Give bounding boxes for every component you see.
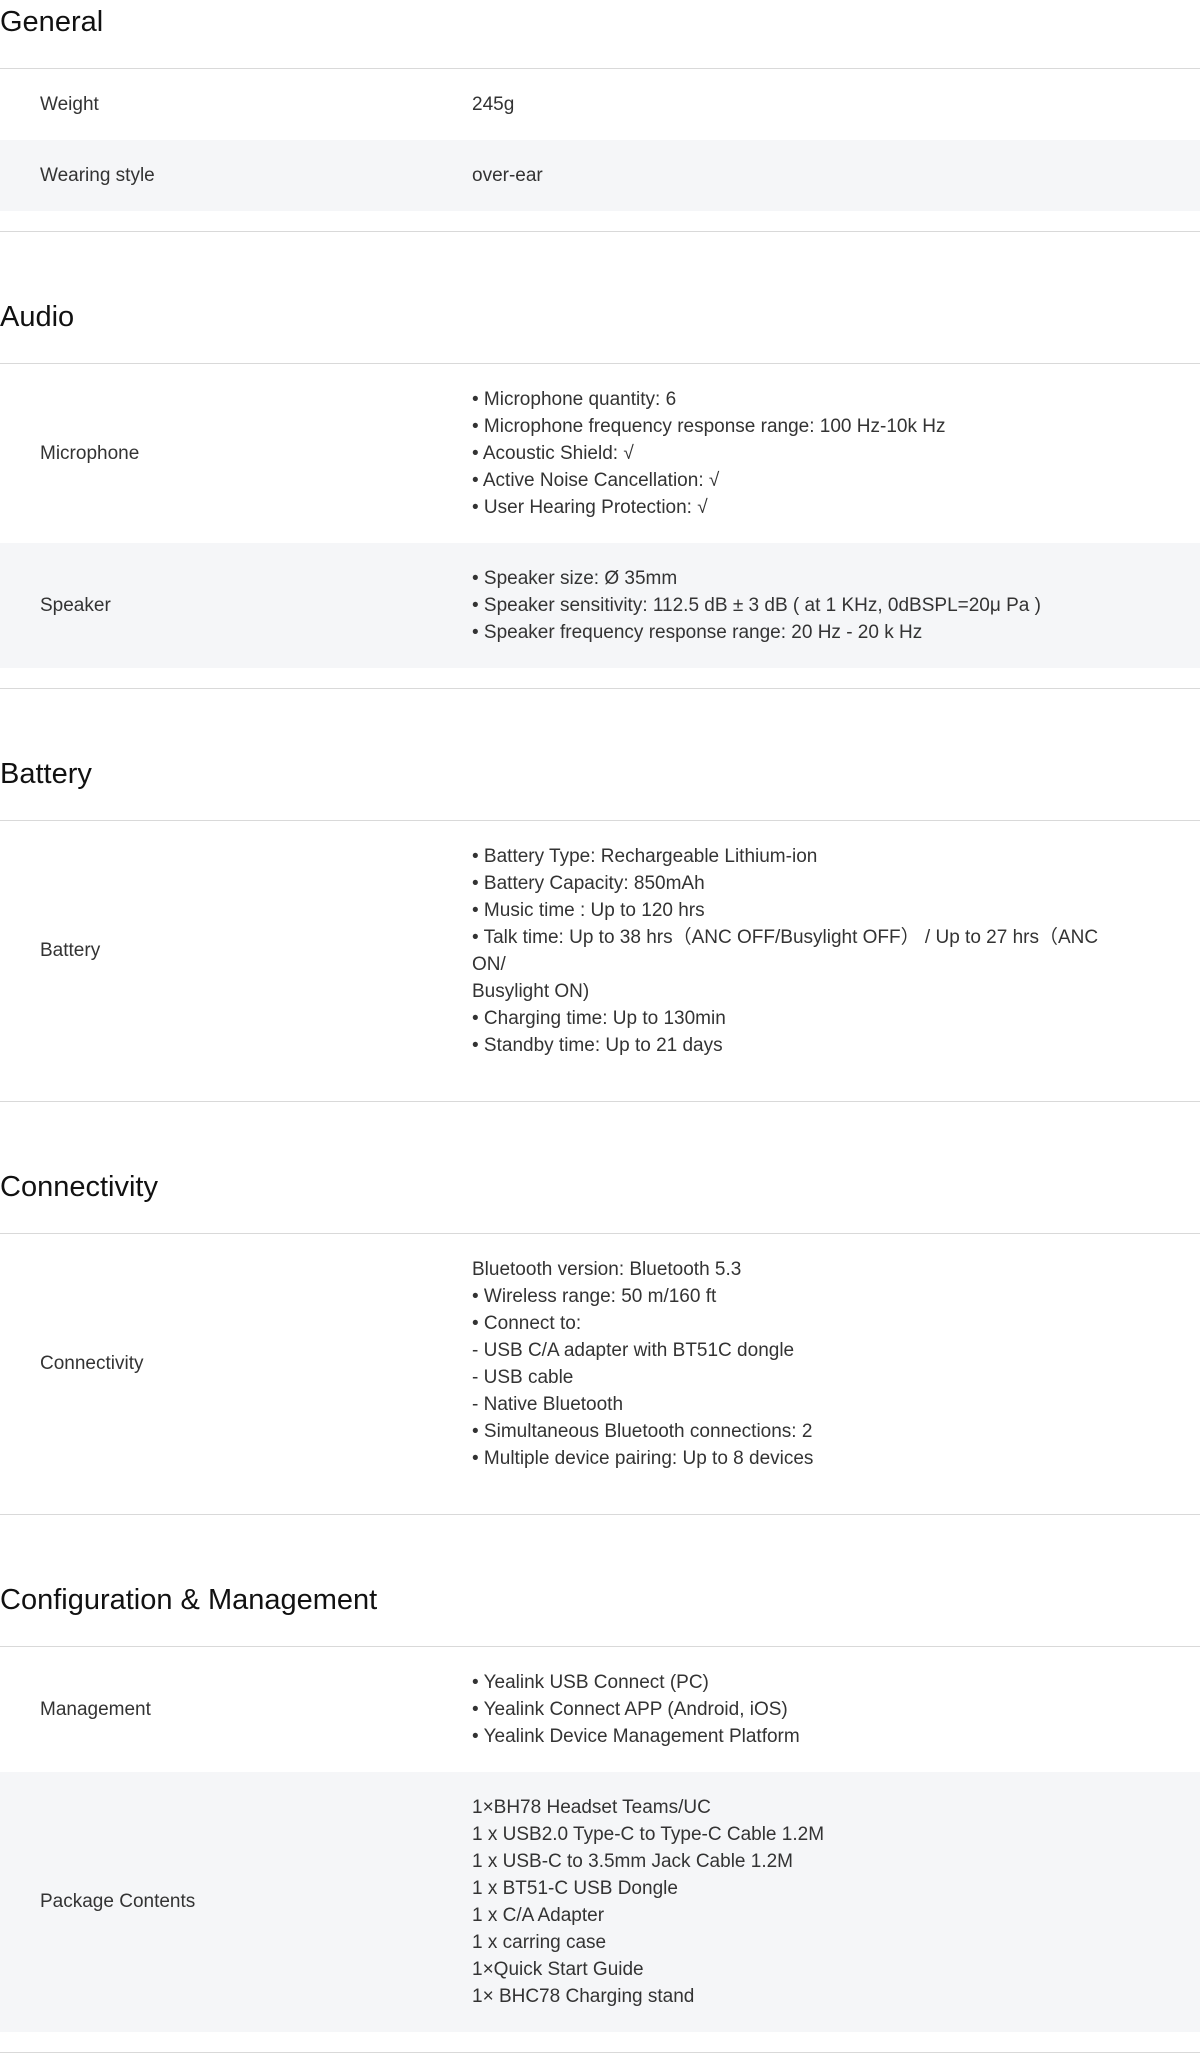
spec-value-line: • Microphone frequency response range: 1…: [472, 416, 946, 437]
spec-value-line: • Standby time: Up to 21 days: [472, 1035, 723, 1056]
spec-value-line: 1×Quick Start Guide: [472, 1959, 644, 1980]
spec-value-line: • Active Noise Cancellation: √: [472, 470, 720, 491]
spec-value-line: • Microphone quantity: 6: [472, 389, 677, 410]
spec-value: 245g: [432, 91, 1122, 118]
spec-row: Package Contents 1×BH78 Headset Teams/UC 1…: [0, 1772, 1200, 2032]
spec-row: Microphone • Microphone quantity: 6 • Micr…: [0, 364, 1200, 543]
spec-value-line: • Wireless range: 50 m/160 ft: [472, 1286, 717, 1307]
spec-value: • Microphone quantity: 6 • Microphone fre…: [432, 386, 1122, 521]
spec-label: Weight: [40, 93, 99, 115]
spec-value-line: over-ear: [472, 165, 543, 186]
spec-row: Connectivity Bluetooth version: Bluetooth…: [0, 1234, 1200, 1494]
spec-value-line: 1 x USB2.0 Type-C to Type-C Cable 1.2M: [472, 1824, 825, 1845]
section-title: Audio: [0, 295, 1200, 364]
section-title: General: [0, 0, 1200, 69]
spec-row: Wearing style over-ear: [0, 140, 1200, 211]
spec-label: Speaker: [40, 594, 111, 616]
spec-value-line: 1 x USB-C to 3.5mm Jack Cable 1.2M: [472, 1851, 793, 1872]
spec-value-line: • Multiple device pairing: Up to 8 devic…: [472, 1448, 814, 1469]
spec-value-line: • Speaker sensitivity: 112.5 dB ± 3 dB (…: [472, 595, 1041, 616]
spec-value-line: - Native Bluetooth: [472, 1394, 624, 1415]
spec-page: General Weight 245g Wearing style over-ear Au…: [0, 0, 1200, 2053]
spec-value-line: • Battery Capacity: 850mAh: [472, 873, 705, 894]
spec-section: Battery Battery • Battery Type: Rechargeab…: [0, 689, 1200, 1102]
spec-value-line: • Yealink USB Connect (PC): [472, 1672, 709, 1693]
section-title: Battery: [0, 752, 1200, 821]
spec-value-line: • Music time : Up to 120 hrs: [472, 900, 705, 921]
spec-value-line: 1 x carring case: [472, 1932, 607, 1953]
spec-label: Wearing style: [40, 164, 155, 186]
section-title: Connectivity: [0, 1165, 1200, 1234]
spec-value: • Battery Type: Rechargeable Lithium-ion…: [432, 843, 1122, 1059]
spec-value-line: 1×BH78 Headset Teams/UC: [472, 1797, 711, 1818]
spec-value-line: 1 x C/A Adapter: [472, 1905, 605, 1926]
spec-value-line: • Talk time: Up to 38 hrs（ANC OFF/Busyli…: [472, 927, 1099, 975]
spec-value-line: • Simultaneous Bluetooth connections: 2: [472, 1421, 813, 1442]
spec-label: Microphone: [40, 442, 140, 464]
spec-label: Connectivity: [40, 1353, 144, 1374]
spec-label: Package Contents: [40, 1891, 196, 1912]
spec-value-line: • Yealink Connect APP (Android, iOS): [472, 1699, 788, 1720]
spec-section: Configuration & Management Management • Ye…: [0, 1515, 1200, 2053]
spec-row: Weight 245g: [0, 69, 1200, 140]
spec-row: Speaker • Speaker size: Ø 35mm • Speaker s…: [0, 543, 1200, 668]
section-title: Configuration & Management: [0, 1578, 1200, 1647]
spec-value-line: - USB cable: [472, 1367, 574, 1388]
spec-value: • Yealink USB Connect (PC) • Yealink Conn…: [432, 1669, 1122, 1750]
spec-value: 1×BH78 Headset Teams/UC 1 x USB2.0 Type-C…: [432, 1794, 1122, 2010]
spec-label: Battery: [40, 940, 101, 961]
spec-value-line: 1× BHC78 Charging stand: [472, 1986, 695, 2007]
spec-value-line: - USB C/A adapter with BT51C dongle: [472, 1340, 795, 1361]
spec-value-line: • Speaker frequency response range: 20 H…: [472, 622, 923, 643]
spec-label: Management: [40, 1698, 151, 1720]
spec-value: • Speaker size: Ø 35mm • Speaker sensitiv…: [432, 565, 1122, 646]
spec-value-line: • Connect to:: [472, 1313, 582, 1334]
spec-value: over-ear: [432, 162, 1122, 189]
spec-section: Audio Microphone • Microphone quantity: 6 •…: [0, 232, 1200, 689]
spec-value-line: • Yealink Device Management Platform: [472, 1726, 800, 1747]
spec-value-line: • Acoustic Shield: √: [472, 443, 634, 464]
spec-value-line: Busylight ON): [472, 981, 590, 1002]
spec-value-line: Bluetooth version: Bluetooth 5.3: [472, 1259, 742, 1280]
spec-value-line: 245g: [472, 94, 515, 115]
spec-value-line: 1 x BT51-C USB Dongle: [472, 1878, 678, 1899]
spec-value-line: • Speaker size: Ø 35mm: [472, 568, 678, 589]
spec-row: Battery • Battery Type: Rechargeable Lith…: [0, 821, 1200, 1081]
spec-value-line: • Battery Type: Rechargeable Lithium-ion: [472, 846, 818, 867]
spec-row: Management • Yealink USB Connect (PC) • Ye…: [0, 1647, 1200, 1772]
spec-section: Connectivity Connectivity Bluetooth versio…: [0, 1102, 1200, 1515]
spec-value-line: • Charging time: Up to 130min: [472, 1008, 726, 1029]
spec-value: Bluetooth version: Bluetooth 5.3 • Wirele…: [432, 1256, 1122, 1472]
spec-section: General Weight 245g Wearing style over-ear: [0, 0, 1200, 232]
spec-value-line: • User Hearing Protection: √: [472, 497, 708, 518]
